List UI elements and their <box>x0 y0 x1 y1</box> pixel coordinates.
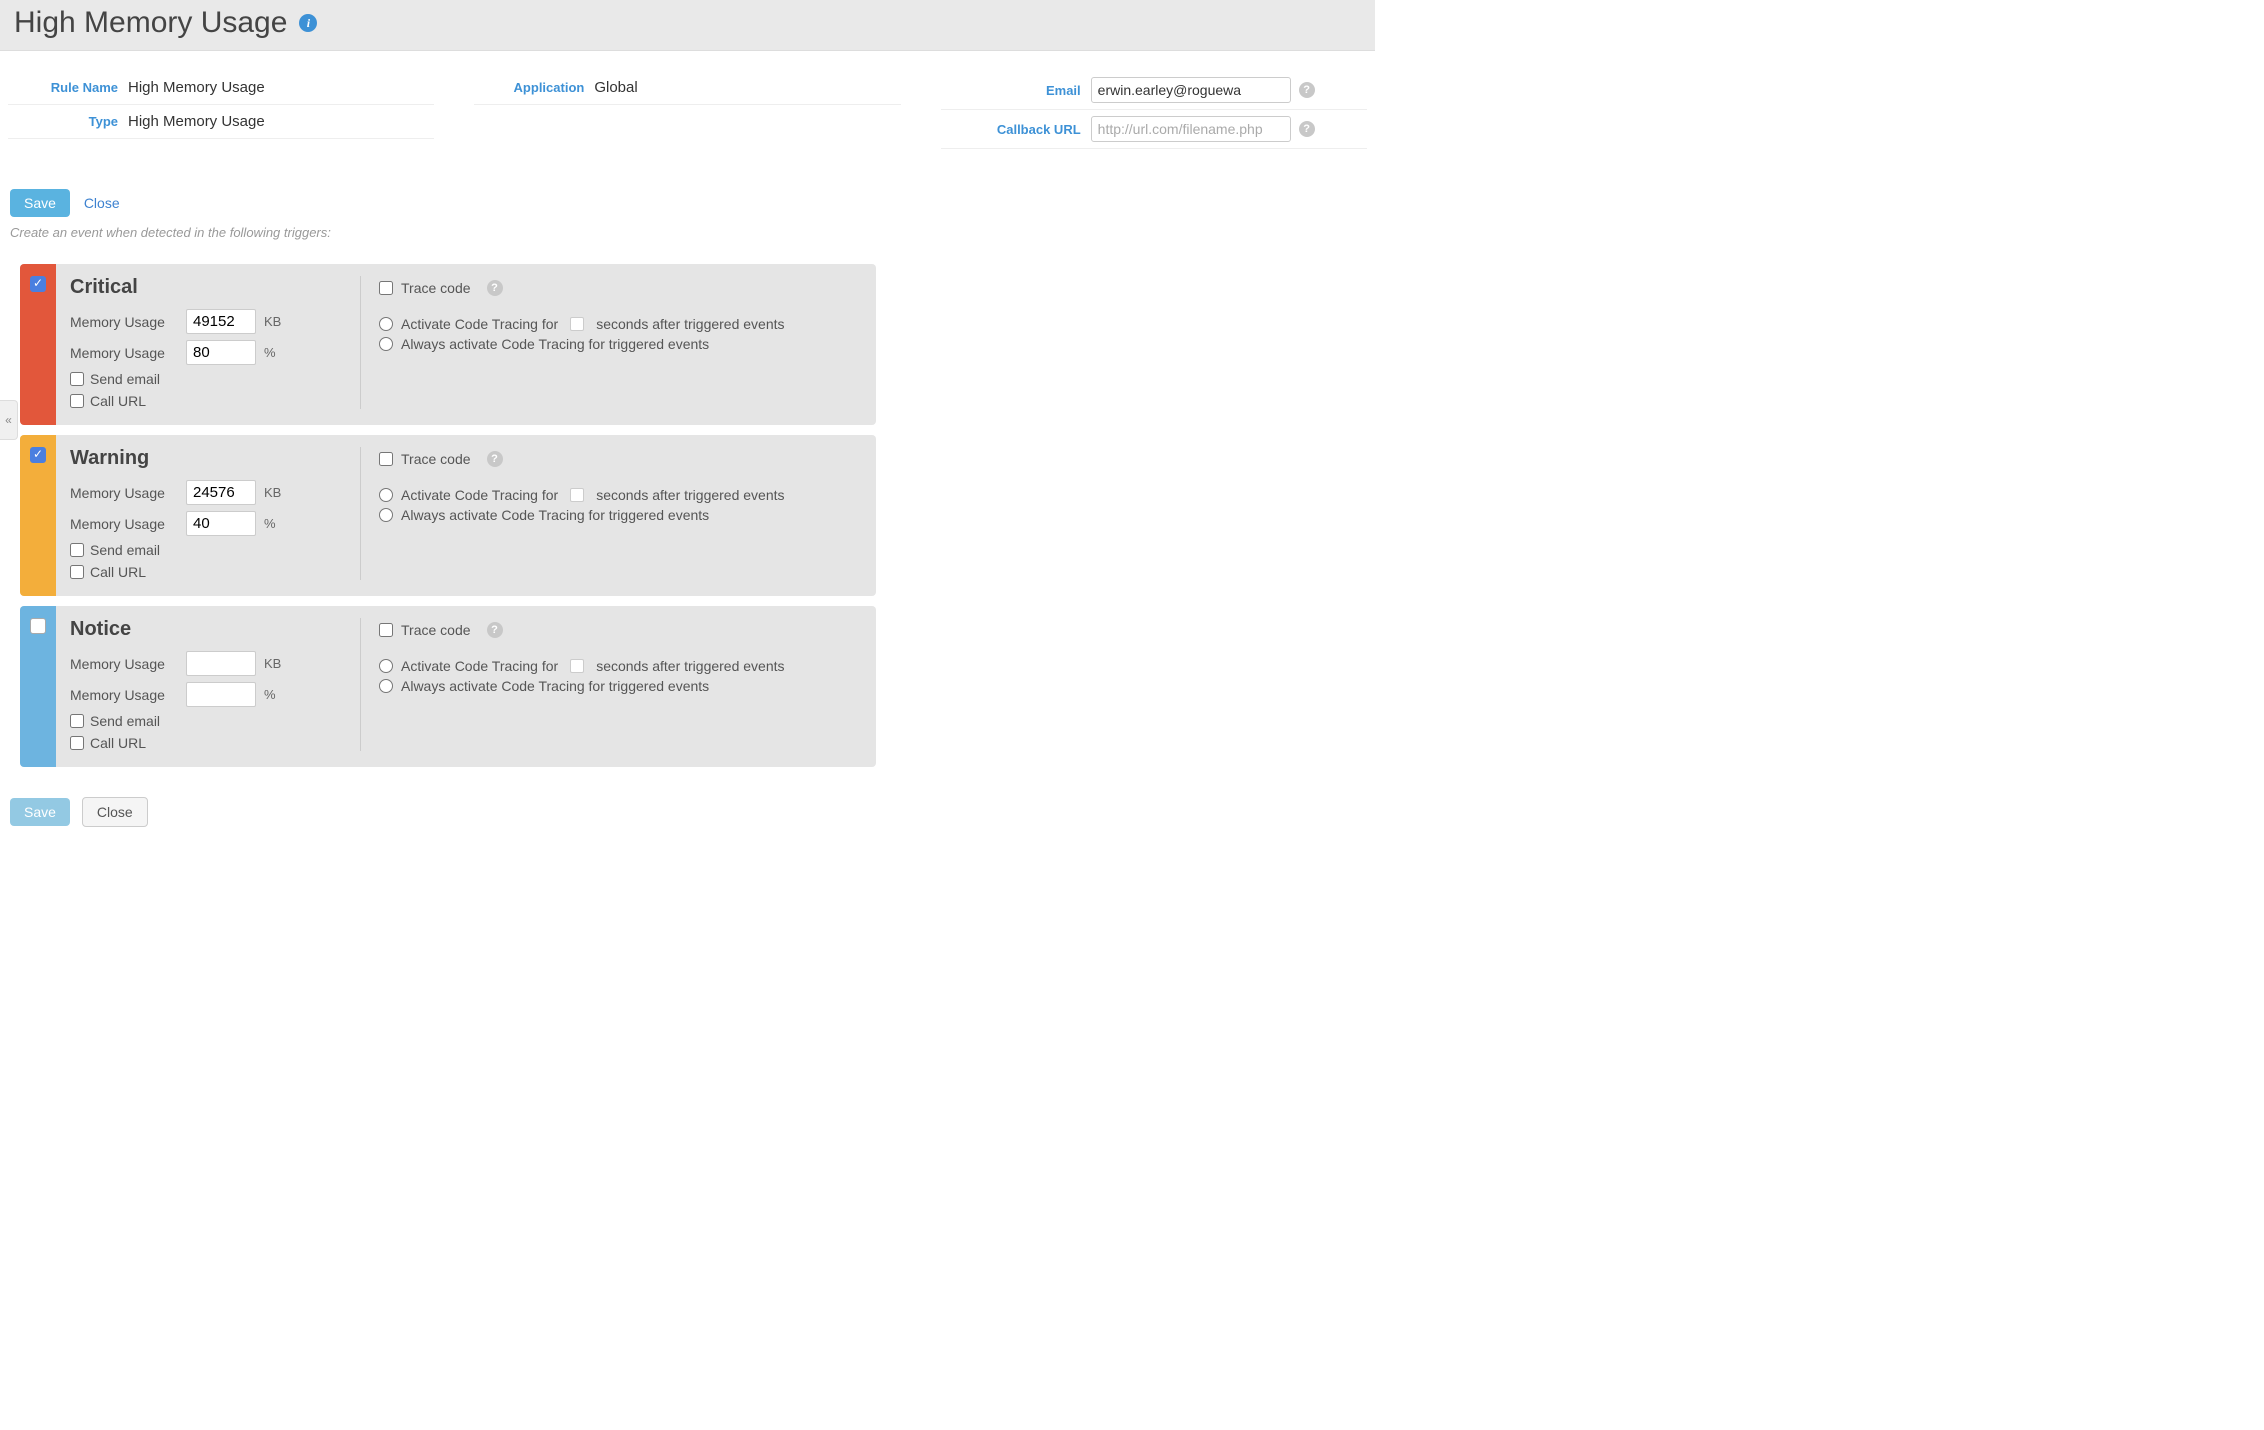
type-value: High Memory Usage <box>128 113 265 130</box>
help-icon[interactable]: ? <box>487 280 503 296</box>
page-header: High Memory Usage i <box>0 0 1375 51</box>
trigger-title: Critical <box>70 276 330 299</box>
rule-name-value: High Memory Usage <box>128 79 265 96</box>
help-icon[interactable]: ? <box>487 622 503 638</box>
trigger-card-warning: Warning Memory Usage KB Memory Usage% Send e… <box>20 435 876 596</box>
activate-seconds-prefix: Activate Code Tracing for <box>401 487 558 503</box>
unit-kb: KB <box>264 314 288 329</box>
always-activate-label: Always activate Code Tracing for trigger… <box>401 336 709 352</box>
enable-trigger-checkbox[interactable] <box>30 447 46 463</box>
severity-stripe <box>20 264 56 425</box>
call-url-checkbox[interactable] <box>70 565 84 579</box>
trace-code-checkbox[interactable] <box>379 281 393 295</box>
activate-seconds-radio[interactable] <box>379 659 393 673</box>
application-value: Global <box>594 79 637 96</box>
trace-code-checkbox[interactable] <box>379 452 393 466</box>
unit-percent: % <box>264 345 288 360</box>
trace-code-checkbox[interactable] <box>379 623 393 637</box>
memory-usage-kb-input[interactable] <box>186 480 256 505</box>
email-field[interactable] <box>1091 77 1291 103</box>
call-url-checkbox[interactable] <box>70 394 84 408</box>
page-title: High Memory Usage <box>14 6 287 40</box>
call-url-label: Call URL <box>90 393 146 409</box>
triggers-hint: Create an event when detected in the fol… <box>10 225 1365 240</box>
rule-name-label: Rule Name <box>8 80 128 95</box>
triggers-list: Critical Memory Usage KB Memory Usage% Send … <box>0 248 886 777</box>
send-email-checkbox[interactable] <box>70 543 84 557</box>
help-icon[interactable]: ? <box>1299 82 1315 98</box>
send-email-checkbox[interactable] <box>70 372 84 386</box>
type-label: Type <box>8 114 128 129</box>
call-url-label: Call URL <box>90 564 146 580</box>
activate-seconds-suffix: seconds after triggered events <box>596 316 784 332</box>
memory-usage-kb-label: Memory Usage <box>70 656 178 672</box>
collapse-handle[interactable]: « <box>0 400 18 440</box>
memory-usage-pct-label: Memory Usage <box>70 687 178 703</box>
memory-usage-pct-label: Memory Usage <box>70 345 178 361</box>
always-activate-radio[interactable] <box>379 679 393 693</box>
memory-usage-pct-label: Memory Usage <box>70 516 178 532</box>
help-icon[interactable]: ? <box>487 451 503 467</box>
activate-seconds-input[interactable] <box>570 659 584 673</box>
memory-usage-kb-label: Memory Usage <box>70 314 178 330</box>
memory-usage-pct-input[interactable] <box>186 682 256 707</box>
activate-seconds-input[interactable] <box>570 317 584 331</box>
unit-percent: % <box>264 687 288 702</box>
trigger-card-notice: Notice Memory Usage KB Memory Usage% Send em… <box>20 606 876 767</box>
activate-seconds-prefix: Activate Code Tracing for <box>401 316 558 332</box>
activate-seconds-input[interactable] <box>570 488 584 502</box>
activate-seconds-radio[interactable] <box>379 488 393 502</box>
unit-kb: KB <box>264 656 288 671</box>
send-email-label: Send email <box>90 371 160 387</box>
always-activate-label: Always activate Code Tracing for trigger… <box>401 507 709 523</box>
activate-seconds-suffix: seconds after triggered events <box>596 658 784 674</box>
always-activate-radio[interactable] <box>379 508 393 522</box>
severity-stripe <box>20 435 56 596</box>
severity-stripe <box>20 606 56 767</box>
call-url-label: Call URL <box>90 735 146 751</box>
trigger-title: Warning <box>70 447 330 470</box>
trigger-card-critical: Critical Memory Usage KB Memory Usage% Send … <box>20 264 876 425</box>
call-url-checkbox[interactable] <box>70 736 84 750</box>
enable-trigger-checkbox[interactable] <box>30 276 46 292</box>
info-icon[interactable]: i <box>299 14 317 32</box>
trace-code-label: Trace code <box>401 622 471 638</box>
help-icon[interactable]: ? <box>1299 121 1315 137</box>
close-button-bottom[interactable]: Close <box>82 797 148 827</box>
send-email-checkbox[interactable] <box>70 714 84 728</box>
activate-seconds-prefix: Activate Code Tracing for <box>401 658 558 674</box>
memory-usage-kb-input[interactable] <box>186 651 256 676</box>
trace-code-label: Trace code <box>401 451 471 467</box>
form-top: Rule Name High Memory Usage Type High Me… <box>0 51 1375 159</box>
unit-percent: % <box>264 516 288 531</box>
memory-usage-pct-input[interactable] <box>186 511 256 536</box>
close-link[interactable]: Close <box>74 189 130 217</box>
trigger-title: Notice <box>70 618 330 641</box>
save-button-bottom[interactable]: Save <box>10 798 70 826</box>
always-activate-label: Always activate Code Tracing for trigger… <box>401 678 709 694</box>
always-activate-radio[interactable] <box>379 337 393 351</box>
memory-usage-kb-input[interactable] <box>186 309 256 334</box>
application-label: Application <box>474 80 594 95</box>
callback-url-label: Callback URL <box>941 122 1091 137</box>
email-label: Email <box>941 83 1091 98</box>
unit-kb: KB <box>264 485 288 500</box>
activate-seconds-suffix: seconds after triggered events <box>596 487 784 503</box>
activate-seconds-radio[interactable] <box>379 317 393 331</box>
trace-code-label: Trace code <box>401 280 471 296</box>
callback-url-field[interactable] <box>1091 116 1291 142</box>
save-button[interactable]: Save <box>10 189 70 217</box>
memory-usage-kb-label: Memory Usage <box>70 485 178 501</box>
send-email-label: Send email <box>90 713 160 729</box>
enable-trigger-checkbox[interactable] <box>30 618 46 634</box>
send-email-label: Send email <box>90 542 160 558</box>
memory-usage-pct-input[interactable] <box>186 340 256 365</box>
